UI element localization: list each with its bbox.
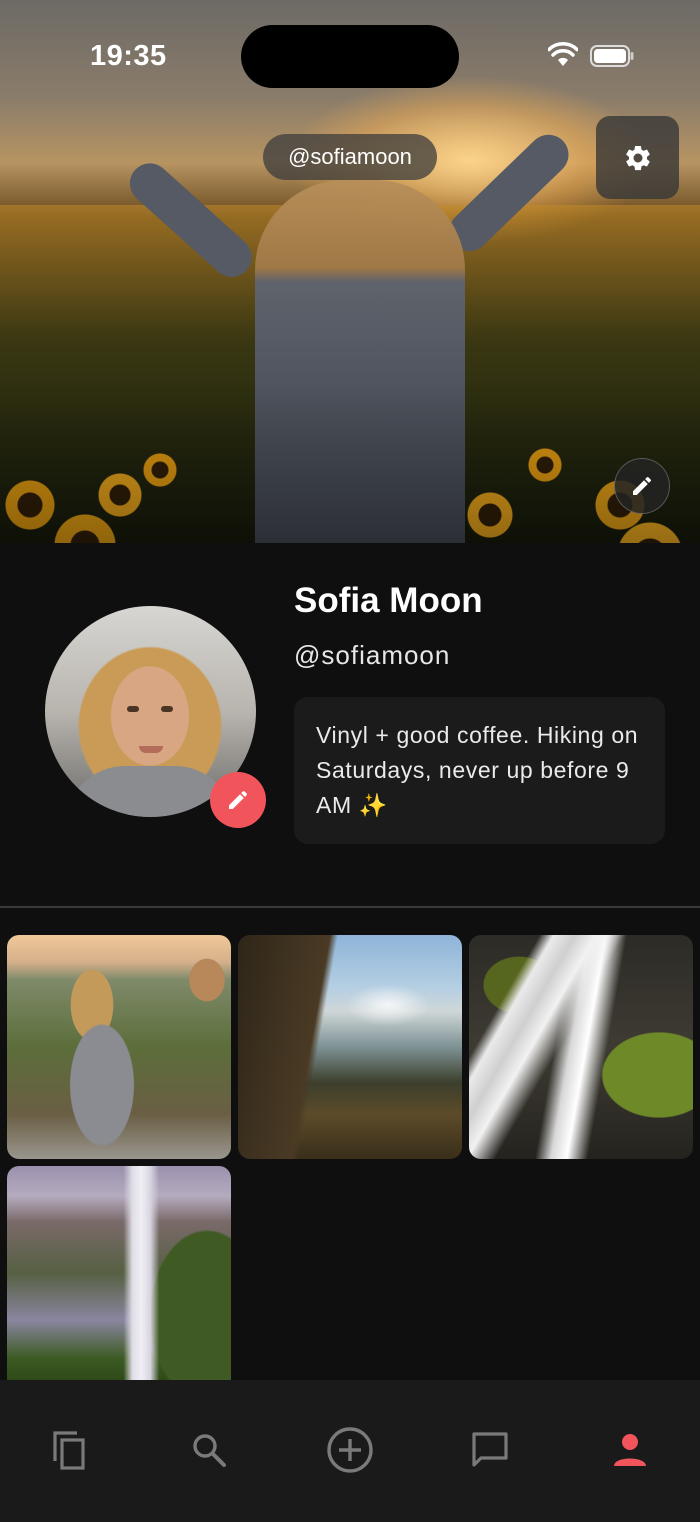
gear-icon <box>625 145 650 170</box>
dynamic-island <box>241 25 459 88</box>
tab-profile[interactable] <box>602 1422 658 1478</box>
username: @sofiamoon <box>294 640 451 670</box>
chat-icon <box>472 1432 508 1467</box>
tab-feed[interactable] <box>41 1422 97 1478</box>
tab-create[interactable] <box>322 1422 378 1478</box>
profile-handle-pill: @sofiamoon <box>263 134 437 180</box>
photo-waterfall-rocks[interactable] <box>469 935 693 1159</box>
status-time: 19:35 <box>90 40 167 72</box>
photo-woman-overlook[interactable] <box>7 935 231 1159</box>
wifi-icon <box>548 42 578 66</box>
copy-icon <box>53 1431 85 1470</box>
person-icon <box>614 1434 646 1466</box>
tab-messages[interactable] <box>462 1422 518 1478</box>
edit-avatar-button[interactable] <box>210 772 266 828</box>
pencil-icon <box>229 790 248 809</box>
pencil-icon <box>633 476 652 495</box>
plus-circle-icon <box>327 1427 373 1473</box>
tab-search[interactable] <box>181 1422 237 1478</box>
divider <box>0 906 700 908</box>
photo-waterfall-cliff[interactable] <box>238 935 462 1159</box>
edit-cover-button[interactable] <box>614 458 670 514</box>
settings-button[interactable] <box>596 116 679 199</box>
bio-text: Vinyl + good coffee. Hiking on Saturdays… <box>294 697 665 844</box>
search-icon <box>193 1434 226 1467</box>
photo-waterfall-valley[interactable] <box>7 1166 231 1380</box>
battery-icon <box>590 45 634 67</box>
display-name: Sofia Moon <box>294 581 483 620</box>
